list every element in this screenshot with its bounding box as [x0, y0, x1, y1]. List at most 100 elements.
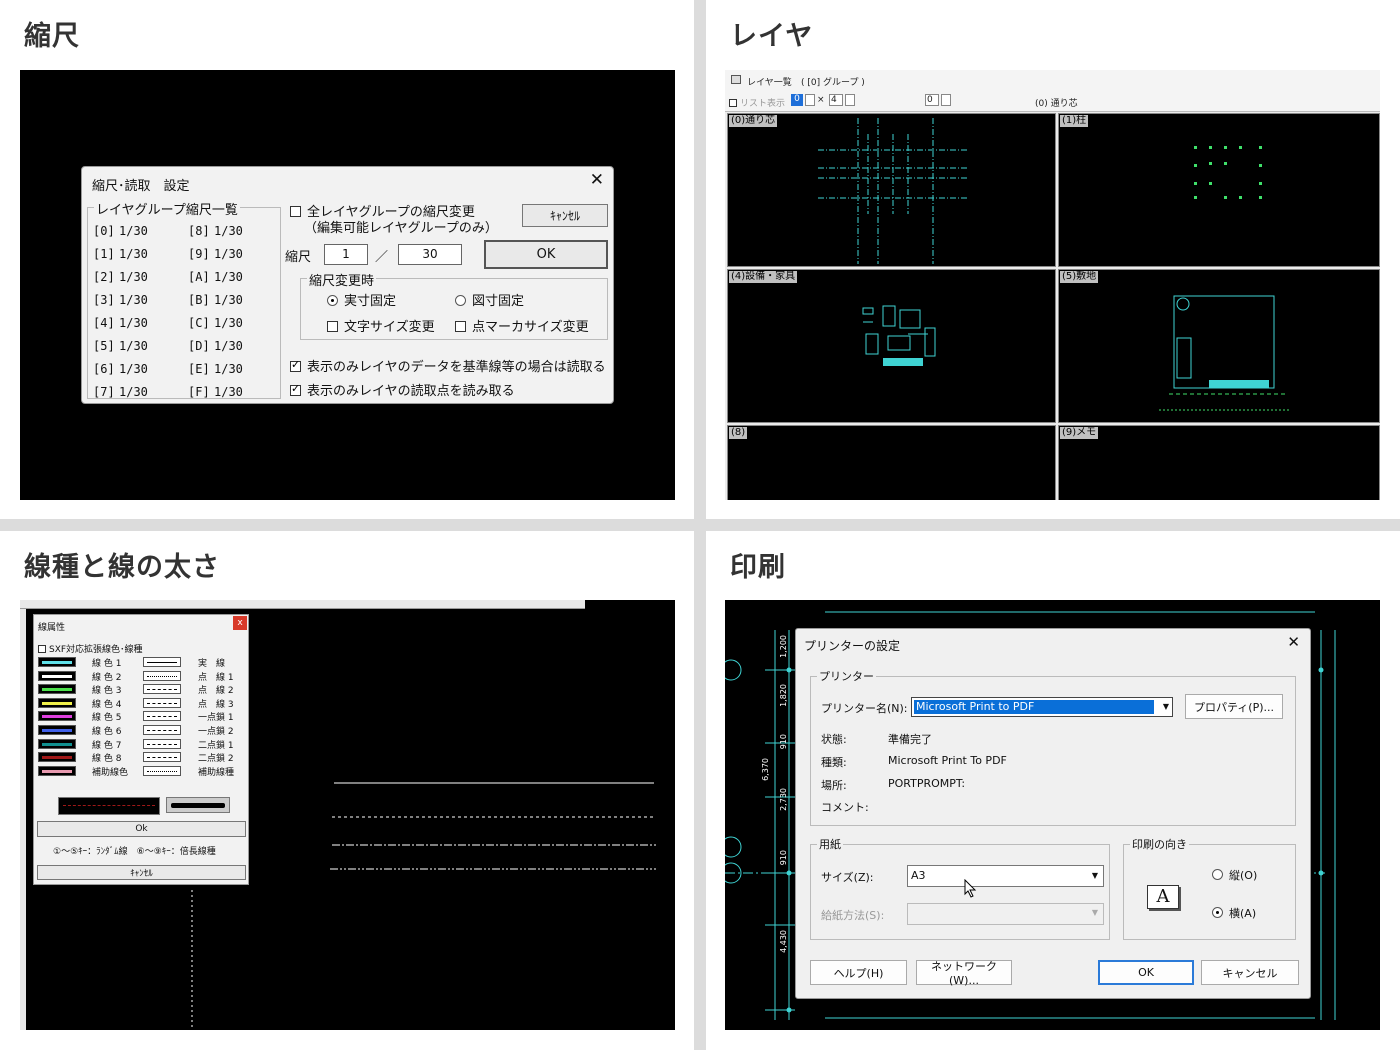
line-type-swatch[interactable] [143, 725, 181, 735]
line-color-swatch[interactable] [38, 725, 76, 735]
list-display-option[interactable]: リスト表示 [729, 96, 785, 109]
layer-panel-8[interactable]: (8) [727, 425, 1056, 500]
scale-list-row: [2] 1/30 [93, 266, 173, 289]
scale-list-row: [E] 1/30 [188, 358, 268, 381]
line-type-swatch[interactable] [143, 670, 181, 681]
help-button[interactable]: ヘルプ(H) [810, 960, 907, 985]
line-type-swatch[interactable] [143, 684, 181, 695]
rows-spinner[interactable] [805, 94, 815, 106]
layer-group-key: [6] [93, 362, 115, 376]
all-layer-sub-label: （編集可能レイヤグループのみ） [304, 221, 498, 236]
cancel-button[interactable]: キャンセル [1201, 960, 1299, 985]
layer-panel-4[interactable]: (4)設備・家具 [727, 269, 1056, 423]
cols-input[interactable]: 4 [829, 94, 843, 106]
line-color-swatch[interactable] [38, 765, 76, 776]
line-type-swatch[interactable] [143, 752, 181, 763]
close-icon[interactable]: ✕ [590, 170, 604, 190]
line-color-swatch[interactable] [38, 711, 76, 722]
close-icon[interactable]: x [233, 616, 247, 630]
layer-number-spinner[interactable] [941, 94, 951, 106]
read-data-checkbox[interactable] [290, 358, 301, 372]
cancel-button[interactable]: ｷｬﾝｾﾙ [522, 204, 608, 227]
dimension-5: 910 [779, 850, 788, 866]
layer-group-scale: 1/30 [214, 316, 243, 330]
landscape-page-icon: A [1147, 885, 1179, 909]
chevron-down-icon: ▼ [1162, 702, 1169, 711]
line-color-swatch[interactable] [38, 670, 76, 681]
layer-group-scale: 1/30 [119, 316, 148, 330]
text-size-checkbox[interactable] [327, 321, 338, 332]
point-marker-checkbox[interactable] [455, 321, 466, 332]
line-color-swatch[interactable] [38, 684, 76, 695]
group-label: 印刷の向き [1130, 836, 1189, 852]
group-label: 縮尺変更時 [307, 270, 377, 289]
line-color-label: 線 色 6 [92, 727, 122, 737]
scale-list-row: [6] 1/30 [93, 358, 173, 381]
ok-button[interactable]: Ok [37, 821, 246, 837]
text-size-option[interactable]: 文字サイズ変更 [327, 316, 435, 335]
line-type-swatch[interactable] [143, 738, 181, 749]
network-button[interactable]: ネットワーク(W)... [916, 960, 1012, 987]
line-color-swatch[interactable] [38, 697, 76, 708]
read-points-option[interactable]: 表示のみレイヤの読取点を読み取る [290, 380, 515, 399]
sxf-checkbox[interactable] [38, 645, 46, 653]
list-display-checkbox[interactable] [729, 99, 737, 107]
close-icon[interactable]: ✕ [1287, 633, 1300, 651]
line-type-swatch[interactable] [143, 697, 181, 708]
layer-panel-5[interactable]: (5)敷地 [1058, 269, 1380, 423]
scale-denominator-input[interactable]: 30 [398, 244, 462, 265]
layer-panel-0[interactable]: (0)通り芯 [727, 113, 1056, 267]
printer-name-select[interactable]: Microsoft Print to PDF ▼ [911, 697, 1173, 717]
paper-source-label: 給紙方法(S): [821, 909, 885, 922]
paper-source-select[interactable]: ▼ [907, 903, 1104, 925]
fix-drawing-radio[interactable]: 図寸固定 [455, 290, 524, 309]
scale-change-group: 縮尺変更時 実寸固定 図寸固定 文字サイズ変更 点マーカサイズ変更 [300, 270, 608, 340]
line-color-swatch[interactable] [38, 752, 76, 763]
portrait-radio[interactable]: 縦(O) [1212, 867, 1257, 883]
paper-size-value: A3 [911, 869, 926, 882]
panel-scale: 縮尺 縮尺･読取 設定 ✕ レイヤグループ縮尺一覧 [0] 1/30 [1] 1/30… [0, 0, 694, 519]
mouse-cursor-icon [964, 879, 977, 898]
line-type-swatch[interactable] [143, 711, 181, 722]
read-points-checkbox[interactable] [290, 382, 301, 396]
layer-panel-9[interactable]: (9)メモ [1058, 425, 1380, 500]
cols-spinner[interactable] [845, 94, 855, 106]
status-label: 状態: [821, 733, 847, 746]
fix-actual-radio[interactable]: 実寸固定 [327, 290, 396, 309]
scale-list-row: [B] 1/30 [188, 289, 268, 312]
layer-group-key: [E] [188, 362, 210, 376]
read-data-option[interactable]: 表示のみレイヤのデータを基準線等の場合は読取る [290, 356, 606, 375]
line-attribute-rows: 線 色 1 実 線線 色 2 点 線 1 線 色 3 点 線 2 線 色 4 点 線 3 線 … [34, 657, 250, 781]
location-label: 場所: [821, 779, 847, 792]
layer-number-input[interactable]: 0 [925, 94, 939, 106]
line-color-label: 補助線色 [92, 767, 129, 778]
section-title-scale: 縮尺 [24, 21, 80, 52]
line-type-swatch[interactable] [143, 765, 181, 776]
paper-size-select[interactable]: A3 ▼ [907, 865, 1104, 887]
scale-numerator-input[interactable]: 1 [324, 244, 368, 265]
rows-input[interactable]: 0 [791, 94, 803, 106]
line-color-label: 線 色 2 [92, 672, 122, 683]
cancel-button[interactable]: ｷｬﾝｾﾙ [37, 865, 246, 880]
location-value: PORTPROMPT: [888, 777, 966, 790]
line-color-swatch[interactable] [38, 657, 76, 667]
ok-button[interactable]: OK [1098, 960, 1194, 985]
scale-list-row: [D] 1/30 [188, 335, 268, 358]
scale-list-row: [4] 1/30 [93, 312, 173, 335]
paper-size-label: サイズ(Z): [821, 871, 874, 884]
layer-group-key: [0] [93, 224, 115, 238]
current-layer-label: (0) 通り芯 [1035, 99, 1078, 109]
radio-off-icon [455, 295, 466, 306]
line-type-label: 点 線 2 [198, 686, 234, 697]
point-marker-option[interactable]: 点マーカサイズ変更 [455, 316, 589, 335]
line-color-swatch[interactable] [38, 738, 76, 749]
properties-button[interactable]: プロパティ(P)... [1185, 694, 1283, 719]
layer-panel-1[interactable]: (1)柱 [1058, 113, 1380, 267]
ok-button[interactable]: OK [484, 240, 608, 269]
line-type-swatch[interactable] [143, 657, 181, 667]
landscape-radio[interactable]: 横(A) [1212, 905, 1256, 921]
layer-group-scale: 1/30 [119, 224, 148, 238]
sxf-option[interactable]: SXF対応拡張線色･線種 [38, 642, 143, 655]
layer-group-scale-list: レイヤグループ縮尺一覧 [0] 1/30 [1] 1/30 [2] 1/30 [3] 1/30… [87, 199, 281, 399]
all-layer-checkbox[interactable] [290, 206, 301, 217]
